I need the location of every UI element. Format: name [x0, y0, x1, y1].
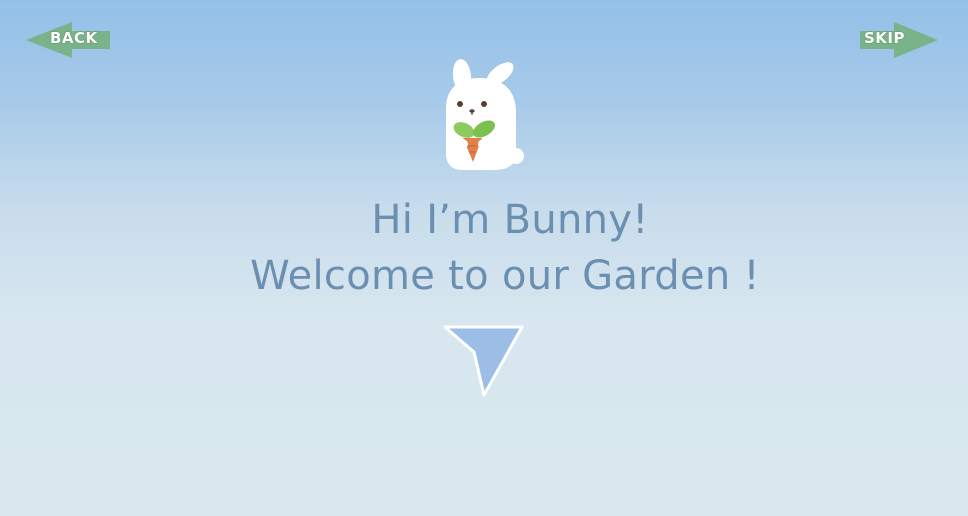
greeting-title: Hi I’m Bunny! — [371, 197, 649, 243]
back-button[interactable]: BACK — [26, 20, 112, 60]
down-arrow-icon[interactable] — [440, 322, 528, 402]
skip-label: SKIP — [863, 28, 906, 47]
back-label: BACK — [49, 28, 98, 47]
bunny-holding-carrot-icon — [446, 59, 524, 170]
skip-button[interactable]: SKIP — [860, 20, 946, 60]
greeting-subtitle: Welcome to our Garden ! — [250, 253, 760, 299]
